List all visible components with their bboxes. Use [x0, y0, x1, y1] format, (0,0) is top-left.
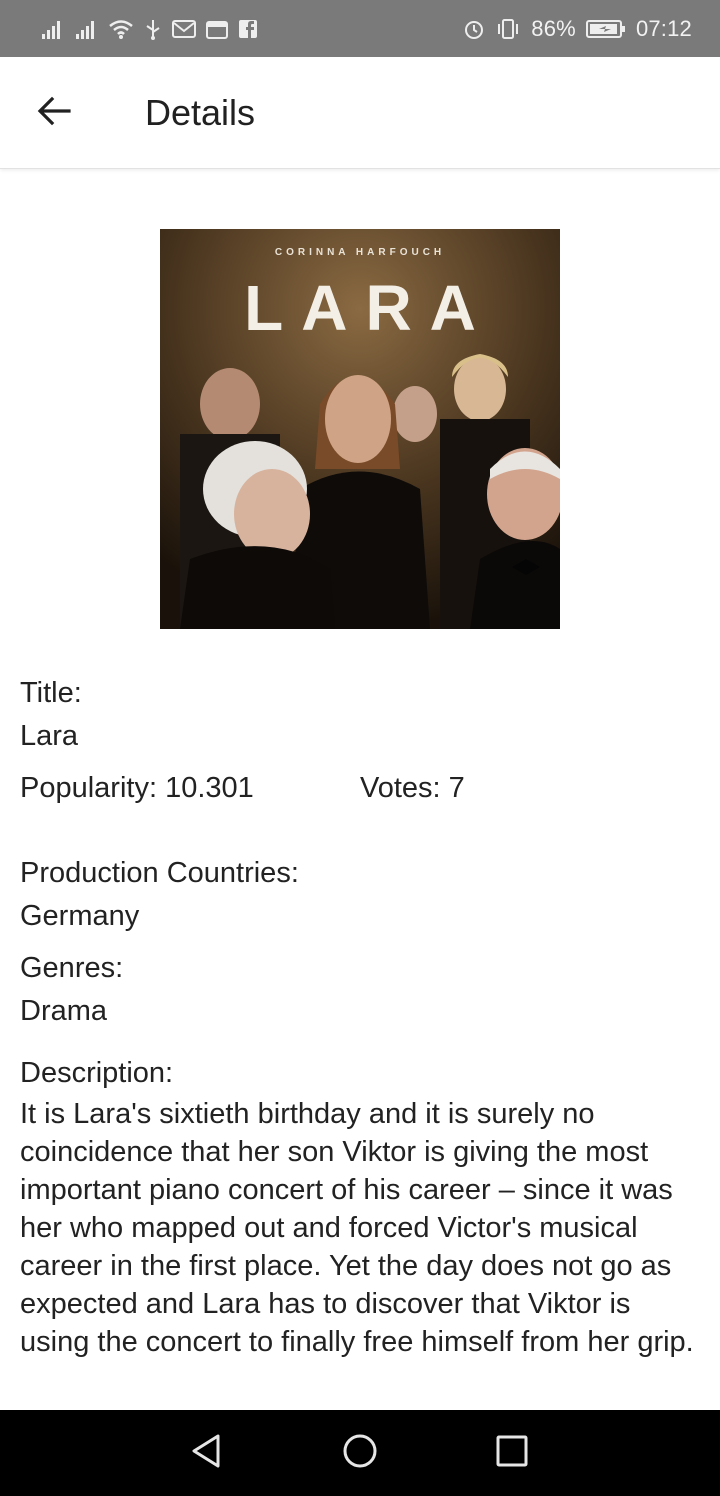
status-bar: 86% 07:12 [0, 0, 720, 57]
nav-back-button[interactable] [178, 1428, 234, 1478]
poster-title: LARA [244, 272, 494, 344]
description-scroll-area[interactable]: It is Lara's sixtieth birthday and it is… [20, 1095, 700, 1369]
app-bar: Details [0, 57, 720, 169]
title-value: Lara [20, 720, 79, 752]
description-label: Description: [20, 1057, 174, 1089]
back-button[interactable] [26, 85, 82, 141]
stats-row: Popularity: 10.301 Votes: 7 [20, 769, 700, 807]
recents-square-icon [495, 1434, 529, 1473]
signal-icon [74, 17, 98, 41]
movie-details: Title: Lara Popularity: 10.301 Votes: 7 … [20, 670, 700, 1369]
title-label: Title: [20, 677, 82, 709]
nav-recents-button[interactable] [484, 1428, 540, 1478]
arrow-back-icon [37, 96, 71, 131]
description-text: It is Lara's sixtieth birthday and it is… [20, 1098, 694, 1358]
countries-value: Germany [20, 900, 140, 932]
wifi-icon [108, 17, 134, 41]
poster-author: CORINNA HARFOUCH [274, 247, 446, 258]
signal-icon [40, 17, 64, 41]
status-left-icons [40, 17, 258, 41]
facebook-icon [238, 17, 258, 41]
usb-icon [144, 17, 162, 41]
battery-percent: 86% [531, 15, 576, 41]
popularity-text: Popularity: 10.301 [20, 772, 254, 804]
status-right-icons: 86% 07:12 [463, 16, 692, 42]
movie-poster: CORINNA HARFOUCH LARA [160, 229, 560, 629]
system-navigation-bar [0, 1410, 720, 1496]
calendar-icon [206, 17, 228, 41]
battery-icon [585, 17, 626, 41]
home-circle-icon [342, 1433, 378, 1474]
genres-label: Genres: [20, 952, 124, 984]
status-time: 07:12 [635, 15, 692, 41]
back-triangle-icon [189, 1433, 223, 1474]
page-title: Details [145, 92, 256, 133]
nav-home-button[interactable] [332, 1428, 388, 1478]
genres-value: Drama [20, 995, 108, 1027]
alarm-icon [463, 17, 485, 41]
votes-text: Votes: 7 [360, 772, 465, 804]
vibrate-icon [495, 17, 521, 41]
mail-icon [172, 17, 196, 41]
countries-label: Production Countries: [20, 857, 299, 889]
